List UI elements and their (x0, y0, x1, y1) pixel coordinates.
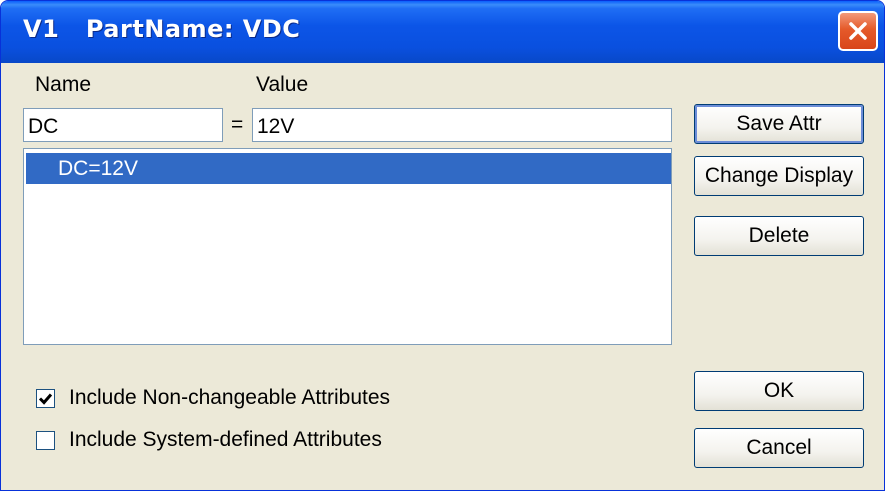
ok-button[interactable]: OK (694, 371, 864, 411)
value-label: Value (256, 73, 309, 96)
attribute-list[interactable]: DC=12V (23, 148, 672, 345)
system-defined-checkbox[interactable] (36, 430, 55, 450)
checkmark-icon (38, 393, 53, 405)
close-icon (849, 22, 867, 40)
non-changeable-checkbox-row[interactable]: Include Non-changeable Attributes (36, 386, 391, 409)
close-button[interactable] (838, 11, 878, 51)
value-input[interactable] (252, 108, 672, 142)
title-bar[interactable]: V1 PartName: VDC (1, 1, 884, 63)
system-defined-label: Include System-defined Attributes (69, 428, 382, 451)
non-changeable-checkbox[interactable] (36, 388, 55, 408)
equals-sign: = (231, 113, 244, 136)
attribute-dialog: V1 PartName: VDC Name Value = DC=12V Sav… (0, 0, 885, 491)
save-attr-button[interactable]: Save Attr (694, 104, 864, 144)
list-item[interactable]: DC=12V (26, 153, 671, 184)
name-label: Name (35, 73, 92, 96)
delete-button[interactable]: Delete (694, 216, 864, 256)
non-changeable-label: Include Non-changeable Attributes (69, 386, 391, 409)
system-defined-checkbox-row[interactable]: Include System-defined Attributes (36, 428, 382, 451)
cancel-button[interactable]: Cancel (694, 428, 864, 468)
change-display-button[interactable]: Change Display (694, 156, 864, 196)
name-input[interactable] (23, 108, 223, 142)
window-title: V1 PartName: VDC (23, 15, 301, 43)
